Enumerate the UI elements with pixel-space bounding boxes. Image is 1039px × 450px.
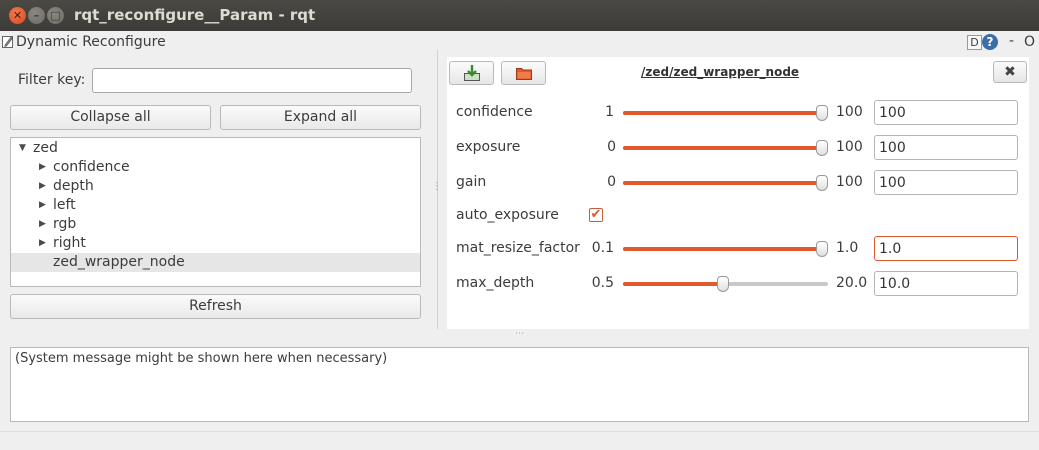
folder-icon [515, 64, 533, 86]
param-min-max-depth: 0.5 [591, 275, 614, 291]
tree-item-left[interactable]: ▶ left [11, 196, 420, 215]
mat-resize-factor-slider[interactable] [623, 239, 828, 259]
expand-all-button[interactable]: Expand all [220, 105, 421, 130]
param-name-confidence: confidence [456, 104, 533, 120]
tree-root-zed[interactable]: ▼ zed [11, 139, 420, 158]
collapse-all-button[interactable]: Collapse all [10, 105, 211, 130]
slider-handle[interactable] [816, 140, 828, 156]
window-titlebar: ✕ – □ rqt_reconfigure__Param - rqt [0, 0, 1039, 31]
expanded-arrow-icon[interactable]: ▼ [19, 139, 26, 158]
param-name-exposure: exposure [456, 139, 521, 155]
param-max-max-depth: 20.0 [836, 275, 868, 291]
tree-item-label: rgb [53, 216, 77, 232]
window-title: rqt_reconfigure__Param - rqt [74, 6, 316, 24]
plugin-title: Dynamic Reconfigure [16, 34, 166, 50]
window-maximize-button[interactable]: □ [47, 7, 64, 24]
param-min-confidence: 1 [605, 104, 614, 120]
node-parameters-panel: /zed/zed_wrapper_node ✖ confidence 1 100… [447, 57, 1029, 329]
param-min-mat-resize-factor: 0.1 [591, 240, 614, 256]
d-button[interactable]: D [967, 35, 982, 50]
slider-handle[interactable] [816, 241, 828, 257]
exposure-input[interactable] [874, 135, 1018, 160]
status-bar [0, 431, 1039, 450]
tree-item-zed-wrapper-node[interactable]: zed_wrapper_node [11, 253, 420, 272]
collapsed-arrow-icon[interactable]: ▶ [39, 158, 46, 177]
param-min-exposure: 0 [607, 139, 616, 155]
system-message-area: (System message might be shown here when… [10, 347, 1029, 422]
close-node-button[interactable]: ✖ [993, 61, 1027, 83]
help-icon[interactable]: ? [982, 34, 998, 50]
collapsed-arrow-icon[interactable]: ▶ [39, 234, 46, 253]
node-title: /zed/zed_wrapper_node [641, 65, 800, 79]
edit-icon [2, 35, 14, 52]
load-icon [463, 64, 481, 86]
filter-key-input[interactable] [92, 68, 412, 93]
slider-handle[interactable] [816, 105, 828, 121]
confidence-slider[interactable] [623, 103, 828, 123]
param-name-mat-resize-factor: mat_resize_factor [456, 240, 580, 256]
load-button[interactable] [449, 61, 494, 85]
collapsed-arrow-icon[interactable]: ▶ [39, 196, 46, 215]
param-name-auto-exposure: auto_exposure [456, 207, 559, 223]
tree-item-label: right [53, 235, 86, 251]
gain-slider[interactable] [623, 173, 828, 193]
tree-item-label: zed_wrapper_node [53, 254, 185, 270]
param-name-max-depth: max_depth [456, 275, 535, 291]
minimize-plugin-button[interactable]: - [1009, 33, 1014, 49]
confidence-input[interactable] [874, 100, 1018, 125]
max-depth-input[interactable] [874, 271, 1018, 296]
tree-item-depth[interactable]: ▶ depth [11, 177, 420, 196]
tree-item-label: zed [33, 140, 58, 156]
tree-item-rgb[interactable]: ▶ rgb [11, 215, 420, 234]
tree-item-right[interactable]: ▶ right [11, 234, 420, 253]
window-close-button[interactable]: ✕ [9, 7, 26, 24]
param-max-confidence: 100 [836, 104, 863, 120]
float-plugin-button[interactable]: O [1024, 34, 1035, 50]
horizontal-splitter-handle[interactable]: ⋯ [515, 329, 524, 339]
exposure-slider[interactable] [623, 138, 828, 158]
slider-handle[interactable] [716, 276, 729, 292]
refresh-button[interactable]: Refresh [10, 294, 421, 319]
max-depth-slider[interactable] [623, 274, 828, 294]
param-max-gain: 100 [836, 174, 863, 190]
node-tree[interactable]: ▼ zed ▶ confidence ▶ depth ▶ left ▶ rgb … [10, 137, 421, 287]
tree-item-label: confidence [53, 159, 130, 175]
param-max-exposure: 100 [836, 139, 863, 155]
window-minimize-button[interactable]: – [28, 7, 45, 24]
gain-input[interactable] [874, 170, 1018, 195]
auto-exposure-checkbox[interactable]: ✔ [589, 208, 603, 222]
tree-item-label: left [53, 197, 76, 213]
param-min-gain: 0 [607, 174, 616, 190]
tree-item-confidence[interactable]: ▶ confidence [11, 158, 420, 177]
collapsed-arrow-icon[interactable]: ▶ [39, 215, 46, 234]
plugin-header: Dynamic Reconfigure D ? - O [0, 31, 1039, 53]
collapsed-arrow-icon[interactable]: ▶ [39, 177, 46, 196]
tree-item-label: depth [53, 178, 94, 194]
save-button[interactable] [501, 61, 546, 85]
vertical-splitter-handle[interactable]: ⋮ [432, 182, 442, 192]
slider-handle[interactable] [816, 175, 828, 191]
filter-key-label: Filter key: [18, 72, 86, 88]
param-name-gain: gain [456, 174, 487, 190]
system-message-text: (System message might be shown here when… [15, 351, 388, 366]
param-max-mat-resize-factor: 1.0 [836, 240, 859, 256]
mat-resize-factor-input[interactable] [874, 236, 1018, 261]
